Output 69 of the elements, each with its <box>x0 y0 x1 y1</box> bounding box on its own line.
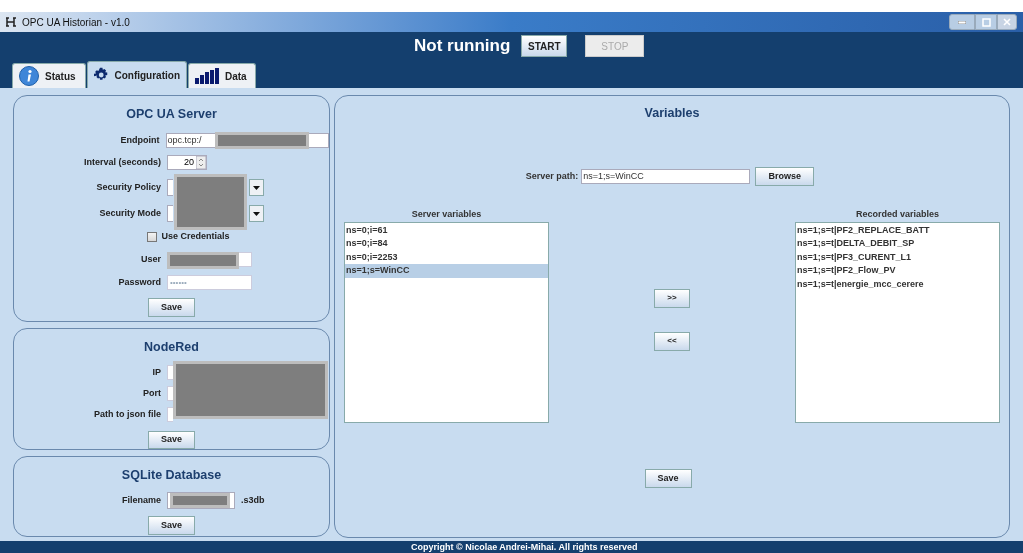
list-item[interactable]: ns=0;i=61 <box>345 223 548 238</box>
info-icon <box>19 66 39 86</box>
browse-button[interactable]: Browse <box>755 166 815 186</box>
list-item[interactable]: ns=0;i=2253 <box>345 250 548 265</box>
filename-field[interactable] <box>167 492 235 510</box>
list-item[interactable]: ns=1;s=t|PF3_CURENT_L1 <box>796 250 999 265</box>
field-label: Password <box>117 275 162 289</box>
field-label: Security Mode <box>98 207 162 220</box>
endpoint-field[interactable]: opc.tcp:/ <box>165 133 329 149</box>
maximize-icon <box>981 17 991 27</box>
field-label: Endpoint <box>119 134 161 147</box>
checkbox[interactable] <box>147 231 158 242</box>
field-label: Server path: <box>525 169 579 183</box>
save-button[interactable]: Save <box>148 297 195 317</box>
section-title: OPC UA Server <box>126 106 217 123</box>
minimize-button[interactable] <box>949 14 975 30</box>
field-edge[interactable] <box>167 205 173 223</box>
server-path-field[interactable]: ns=1;s=WinCC <box>581 168 751 184</box>
list-title: Server variables <box>410 207 483 221</box>
field-label: Interval (seconds) <box>82 156 162 169</box>
dropdown-button[interactable] <box>249 179 264 197</box>
close-icon <box>1003 18 1011 26</box>
checkbox-label: Use Credentials <box>161 230 230 243</box>
copyright-text: Copyright © Nicolae Andrei-Mihai. All rights reserved <box>411 542 638 552</box>
list-item[interactable]: ns=1;s=WinCC <box>345 264 548 278</box>
tab[interactable]: Configuration <box>87 61 187 88</box>
app-icon <box>6 17 18 27</box>
file-extension: .s3db <box>241 494 265 507</box>
tab[interactable]: Data <box>188 63 256 88</box>
window-title: OPC UA Historian - v1.0 <box>22 15 130 30</box>
field-edge[interactable] <box>167 386 173 402</box>
section-title: Variables <box>644 105 700 122</box>
list-item[interactable]: ns=1;s=t|DELTA_DEBIT_SP <box>796 237 999 251</box>
list-item[interactable]: ns=1;s=t|energie_mcc_cerere <box>796 277 999 292</box>
interval-spinner[interactable]: 20 <box>167 155 207 171</box>
status-text: Not running <box>414 35 511 58</box>
section-title: SQLite Database <box>121 467 222 484</box>
signal-bars-icon <box>195 68 219 84</box>
field-label: Security Policy <box>95 181 162 194</box>
close-button[interactable] <box>997 14 1017 30</box>
field-edge[interactable] <box>167 364 173 380</box>
list-item[interactable]: ns=0;i=84 <box>345 237 548 251</box>
save-button[interactable]: Save <box>644 468 692 488</box>
remove-button[interactable]: << <box>654 331 690 351</box>
field-edge[interactable] <box>167 179 173 197</box>
redacted-area <box>170 493 230 509</box>
section-title: NodeRed <box>144 339 199 356</box>
maximize-button[interactable] <box>975 14 997 30</box>
save-button[interactable]: Save <box>148 430 195 449</box>
redacted-area <box>167 251 239 269</box>
dropdown-button[interactable] <box>249 205 264 223</box>
field-label: Port <box>142 386 162 400</box>
save-button[interactable]: Save <box>148 515 195 535</box>
list-item[interactable]: ns=1;s=t|PF2_Flow_PV <box>796 264 999 278</box>
list-title: Recorded variables <box>854 207 940 221</box>
tab[interactable]: Status <box>12 63 86 88</box>
spinner-arrows-icon <box>196 156 206 170</box>
start-button[interactable]: START <box>521 35 568 57</box>
user-field[interactable] <box>167 251 252 267</box>
list-item[interactable]: ns=1;s=t|PF2_REPLACE_BATT <box>796 223 999 238</box>
caret-icon <box>253 211 260 216</box>
caret-icon <box>253 185 260 190</box>
field-edge[interactable] <box>167 407 173 423</box>
field-label: Path to json file <box>93 408 162 422</box>
field-label: User <box>140 252 162 266</box>
field-label: Filename <box>121 494 162 507</box>
minimize-icon <box>958 20 966 24</box>
field-label: IP <box>151 365 162 379</box>
add-button[interactable]: >> <box>654 288 690 308</box>
